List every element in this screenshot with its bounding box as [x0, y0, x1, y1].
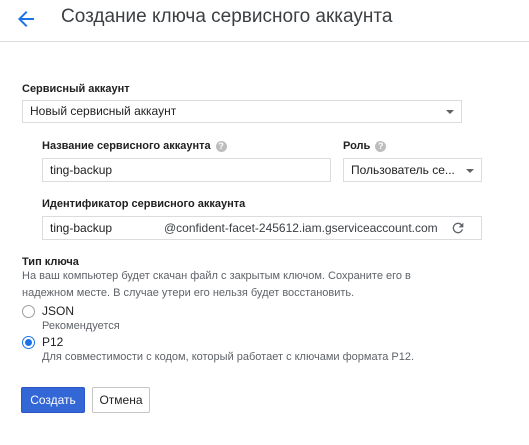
p12-label[interactable]: P12 — [42, 335, 63, 349]
account-name-label: Название сервисного аккаунта — [42, 140, 211, 152]
chevron-down-icon — [466, 169, 474, 173]
role-label-row: Роль? — [343, 140, 387, 152]
help-icon[interactable]: ? — [215, 141, 227, 152]
account-id-domain: @confident-facet-245612.iam.gserviceacco… — [164, 221, 438, 235]
account-id-label: Идентификатор сервисного аккаунта — [42, 198, 246, 210]
json-sublabel: Рекомендуется — [42, 320, 120, 332]
json-label[interactable]: JSON — [42, 304, 74, 318]
account-name-label-row: Название сервисного аккаунта? — [42, 140, 227, 152]
create-button[interactable]: Создать — [21, 387, 85, 413]
refresh-icon[interactable] — [450, 220, 466, 236]
role-label: Роль — [343, 140, 371, 152]
service-account-select[interactable]: Новый сервисный аккаунт — [22, 100, 462, 123]
json-radio[interactable] — [22, 305, 35, 318]
key-type-title: Тип ключа — [22, 256, 79, 268]
chevron-down-icon — [446, 110, 454, 114]
role-select[interactable]: Пользователь се... — [343, 158, 482, 182]
p12-radio[interactable] — [22, 336, 35, 349]
service-account-select-value: Новый сервисный аккаунт — [30, 104, 177, 118]
page-title: Создание ключа сервисного аккаунта — [61, 6, 393, 27]
key-type-description: На ваш компьютер будет скачан файл с зак… — [22, 270, 411, 299]
back-arrow-icon[interactable] — [14, 7, 38, 31]
page-header: Создание ключа сервисного аккаунта — [0, 0, 529, 42]
role-select-value: Пользователь се... — [351, 163, 455, 177]
account-name-input[interactable]: ting-backup — [42, 158, 331, 182]
service-account-label: Сервисный аккаунт — [22, 83, 130, 95]
p12-sublabel: Для совместимости с кодом, который работ… — [42, 351, 415, 363]
help-icon[interactable]: ? — [375, 141, 387, 152]
cancel-button[interactable]: Отмена — [92, 387, 150, 413]
account-id-value: ting-backup — [50, 221, 113, 235]
